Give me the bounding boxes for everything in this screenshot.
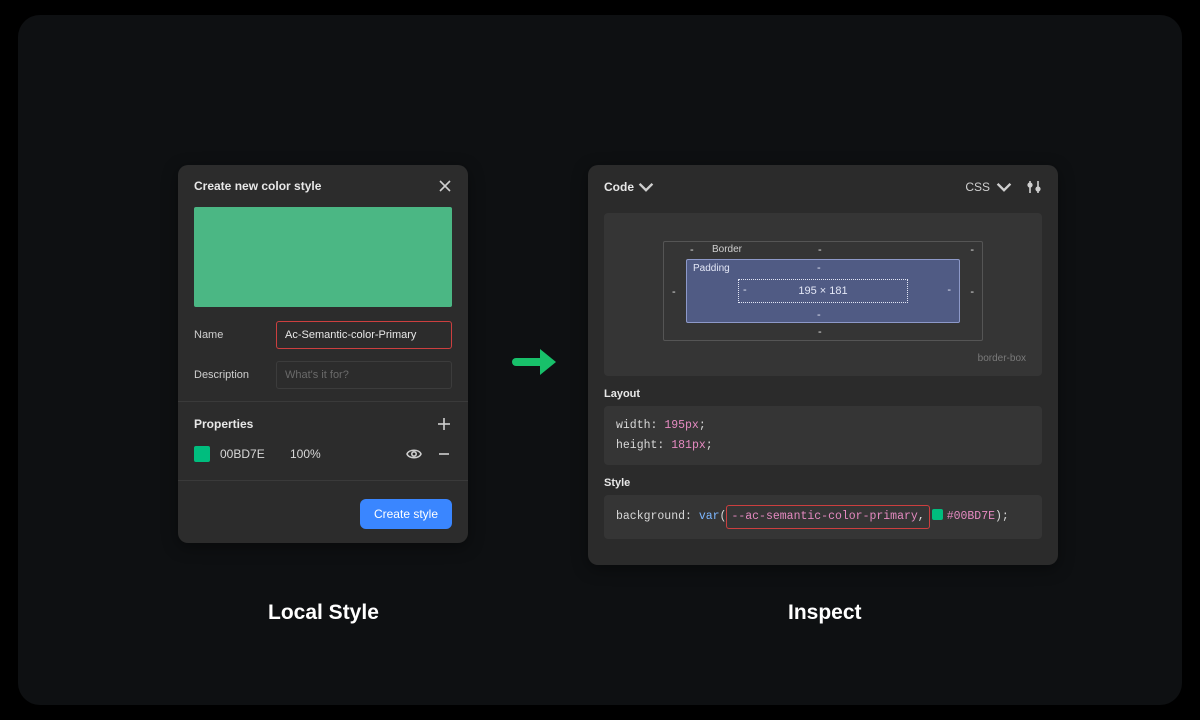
layout-section-label: Layout <box>604 388 1042 400</box>
content-size: 195 × 181 <box>738 279 908 303</box>
css-var-name-highlight: --ac-semantic-color-primary, <box>726 505 929 529</box>
description-input[interactable] <box>276 361 452 389</box>
minus-icon[interactable] <box>436 446 452 462</box>
hex-value[interactable]: 00BD7E <box>220 447 290 461</box>
padding-box: Padding - - - - 195 × 181 <box>686 259 960 323</box>
divider <box>178 401 468 402</box>
inspect-panel: Code CSS - Border - - - - - <box>588 165 1058 565</box>
box-sizing-label: border-box <box>620 353 1026 364</box>
opacity-value[interactable]: 100% <box>290 447 340 461</box>
border-box: - Border - - - - - Padding - - - - 195 ×… <box>663 241 983 341</box>
lang-select-label[interactable]: CSS <box>965 180 990 194</box>
plus-icon[interactable] <box>436 416 452 432</box>
eye-icon[interactable] <box>406 446 422 462</box>
box-model-diagram: - Border - - - - - Padding - - - - 195 ×… <box>604 213 1042 376</box>
panel-title: Create new color style <box>194 179 321 193</box>
color-property-row: 00BD7E 100% <box>178 444 468 476</box>
settings-sliders-icon[interactable] <box>1026 179 1042 195</box>
caption-inspect: Inspect <box>788 601 862 625</box>
padding-label: Padding <box>693 263 730 274</box>
name-input[interactable] <box>276 321 452 349</box>
create-color-style-panel: Create new color style Name Description … <box>178 165 468 543</box>
chevron-down-icon[interactable] <box>996 179 1012 195</box>
arrow-icon <box>512 343 560 381</box>
close-icon[interactable] <box>438 179 452 193</box>
border-label: Border <box>712 244 742 255</box>
code-tab-label[interactable]: Code <box>604 180 634 194</box>
description-label: Description <box>194 369 268 381</box>
name-label: Name <box>194 329 268 341</box>
style-section-label: Style <box>604 477 1042 489</box>
divider <box>178 480 468 481</box>
illustration-stage: Create new color style Name Description … <box>18 15 1182 705</box>
chevron-down-icon[interactable] <box>638 179 654 195</box>
layout-code-block[interactable]: width: 195px; height: 181px; <box>604 406 1042 465</box>
caption-local-style: Local Style <box>268 601 379 625</box>
color-swatch-small[interactable] <box>194 446 210 462</box>
color-preview-swatch <box>194 207 452 307</box>
style-code-block[interactable]: background: var(--ac-semantic-color-prim… <box>604 495 1042 539</box>
inline-color-swatch <box>932 509 943 520</box>
create-style-button[interactable]: Create style <box>360 499 452 529</box>
properties-label: Properties <box>194 417 253 431</box>
